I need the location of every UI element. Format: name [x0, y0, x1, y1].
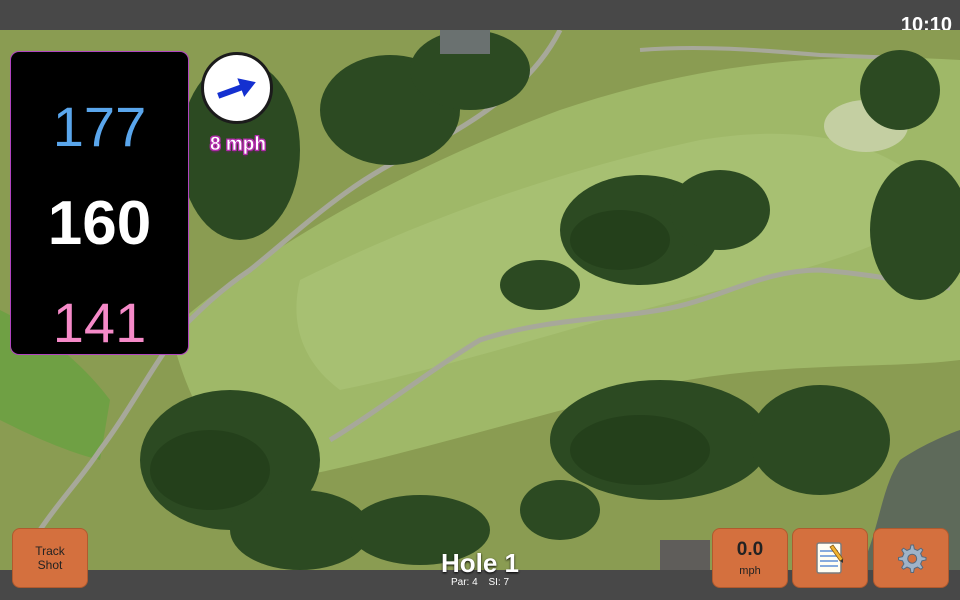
hole-info: Par: 4 SI: 7	[380, 577, 580, 588]
middle-distance: 160	[47, 189, 152, 258]
back-distance: 177	[52, 95, 147, 158]
track-shot-button[interactable]: Track Shot	[12, 528, 88, 588]
hole-title: Hole 1	[440, 548, 520, 578]
settings-button[interactable]	[873, 528, 949, 588]
speed-button[interactable]: 0.0 mph	[712, 528, 788, 588]
distance-panel[interactable]: 177 160 141	[11, 52, 188, 354]
gear-icon	[898, 544, 927, 573]
speed-value: 0.0	[736, 539, 764, 560]
front-distance: 141	[52, 291, 147, 354]
speed-unit: mph	[739, 565, 761, 577]
notes-button[interactable]	[792, 528, 868, 588]
status-bar: 10:10	[0, 0, 960, 36]
wind-arrow-icon	[217, 78, 256, 99]
stroke-index-label: SI: 7	[488, 577, 510, 588]
course-map[interactable]: 177 160 141 8 mph	[0, 30, 960, 570]
track-shot-label-line1: Track	[35, 544, 65, 558]
wind-speed-label: 8 mph	[210, 134, 266, 156]
wind-direction-dial	[201, 52, 273, 124]
par-label: Par: 4	[450, 577, 478, 588]
notepad-icon	[816, 542, 844, 574]
track-shot-label-line2: Shot	[37, 558, 63, 572]
